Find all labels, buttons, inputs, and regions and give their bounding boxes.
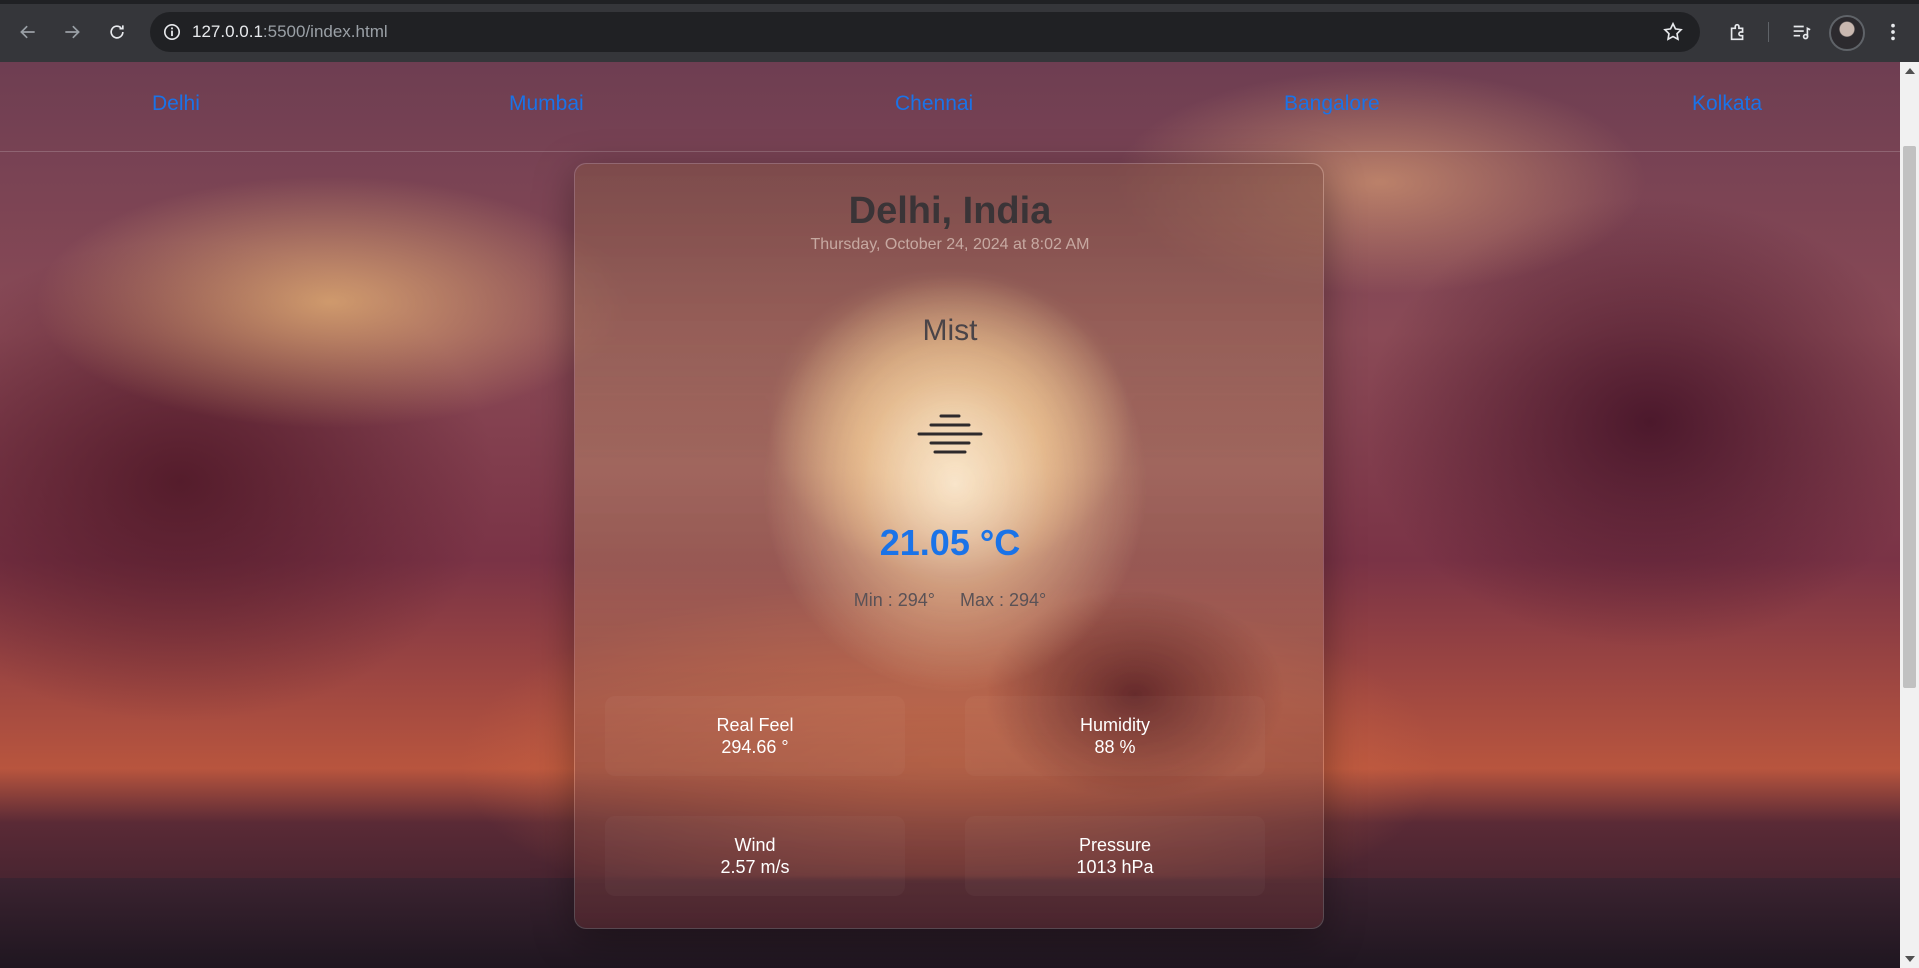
url-text: 127.0.0.1:5500/index.html (192, 22, 388, 41)
min-temp: Min : 294° (853, 590, 935, 610)
menu-kebab-icon[interactable] (1880, 14, 1906, 50)
tab-strip (0, 0, 1919, 4)
max-temp: Max : 294° (960, 590, 1047, 610)
min-max-temps: Min : 294° Max : 294° (575, 590, 1325, 611)
stat-humidity: Humidity 88 % (965, 696, 1265, 776)
stat-wind: Wind 2.57 m/s (605, 816, 905, 896)
temperature: 21.05 °C (879, 522, 1021, 563)
extensions-puzzle-icon[interactable] (1720, 14, 1756, 50)
weather-card: Delhi, India Thursday, October 24, 2024 … (574, 163, 1324, 929)
stat-label: Real Feel (716, 715, 794, 735)
stat-value: 294.66 ° (721, 737, 789, 757)
forward-arrow-icon[interactable] (56, 16, 88, 48)
weather-condition: Mist (922, 314, 978, 347)
city-link-bangalore[interactable]: Bangalore (1284, 92, 1380, 116)
scroll-down-arrow-icon[interactable] (1905, 956, 1915, 962)
browser-toolbar: 127.0.0.1:5500/index.html (0, 0, 1919, 62)
stat-real-feel: Real Feel 294.66 ° (605, 696, 905, 776)
city-nav: Delhi Mumbai Chennai Bangalore Kolkata (0, 62, 1900, 152)
page-viewport: Delhi Mumbai Chennai Bangalore Kolkata D… (0, 62, 1900, 968)
city-link-chennai[interactable]: Chennai (895, 92, 973, 116)
stat-value: 88 % (1094, 737, 1136, 757)
stat-label: Humidity (1079, 715, 1150, 735)
page-scrollbar[interactable] (1900, 62, 1919, 968)
city-link-delhi[interactable]: Delhi (152, 92, 200, 116)
mist-icon (915, 410, 985, 458)
profile-avatar[interactable] (1829, 15, 1865, 51)
toolbar-divider (1768, 22, 1769, 42)
stat-label: Wind (734, 835, 776, 855)
city-link-kolkata[interactable]: Kolkata (1692, 92, 1762, 116)
address-bar[interactable]: 127.0.0.1:5500/index.html (150, 12, 1700, 52)
city-link-mumbai[interactable]: Mumbai (509, 92, 584, 116)
media-queue-icon[interactable] (1783, 14, 1819, 50)
stat-label: Pressure (1078, 835, 1152, 855)
reload-icon[interactable] (101, 16, 133, 48)
bookmark-star-icon[interactable] (1662, 21, 1684, 43)
stat-pressure: Pressure 1013 hPa (965, 816, 1265, 896)
stat-value: 2.57 m/s (720, 857, 790, 877)
site-info-icon[interactable] (162, 22, 182, 42)
location-title: Delhi, India (848, 190, 1052, 232)
back-arrow-icon[interactable] (12, 16, 44, 48)
date-time: Thursday, October 24, 2024 at 8:02 AM (810, 236, 1090, 253)
scroll-up-arrow-icon[interactable] (1905, 68, 1915, 74)
scrollbar-thumb[interactable] (1903, 146, 1916, 688)
stat-value: 1013 hPa (1076, 857, 1154, 877)
